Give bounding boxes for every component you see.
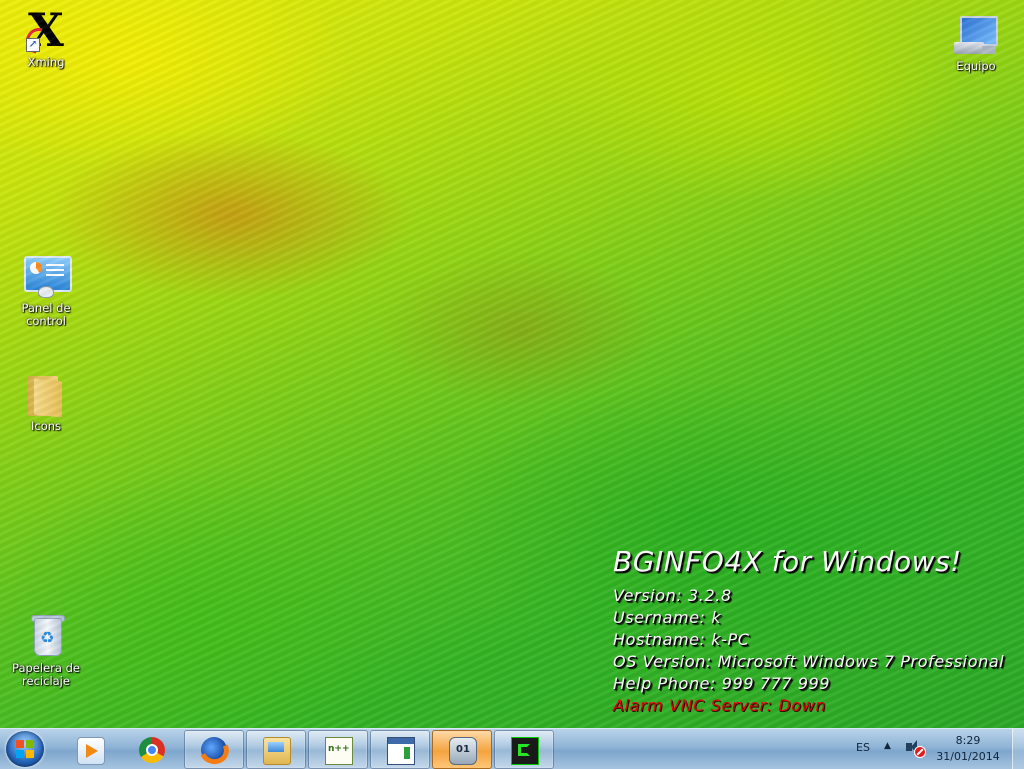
taskbar-button-notepad-plus-plus[interactable] — [308, 730, 368, 769]
bginfo-version: Version: 3.2.8 — [613, 586, 732, 605]
desktop-icon-equipo[interactable]: Equipo — [930, 10, 1022, 73]
bginfo-title: BGINFO4X for Windows! — [613, 545, 962, 578]
taskbar-button-chrome[interactable] — [122, 730, 182, 769]
control-panel-icon — [22, 252, 72, 300]
desktop-icon-icons-folder[interactable]: Icons — [0, 370, 92, 433]
taskbar-button-window-app[interactable] — [370, 730, 430, 769]
system-tool-icon — [449, 737, 477, 765]
start-button[interactable] — [6, 731, 44, 767]
bginfo-username: Username: k — [613, 608, 722, 627]
desktop: X ↗ Xming Equipo Panel de control Icons … — [0, 0, 1024, 728]
tray-show-hidden-icons-arrow-icon[interactable]: ▲ — [884, 741, 891, 751]
desktop-icon-label-line1: Papelera de — [12, 661, 80, 675]
taskbar-button-explorer[interactable] — [246, 730, 306, 769]
taskbar-button-system-tool[interactable] — [432, 730, 492, 769]
desktop-icon-xming[interactable]: X ↗ Xming — [0, 6, 92, 69]
tray-language-indicator[interactable]: ES — [856, 741, 870, 754]
desktop-icon-control-panel[interactable]: Panel de control — [0, 252, 92, 328]
desktop-icon-label: Icons — [30, 419, 62, 433]
computer-monitor-icon — [952, 10, 1000, 58]
tray-clock[interactable]: 8:29 31/01/2014 — [930, 733, 1006, 765]
desktop-icon-label: Papelera de reciclaje — [0, 662, 92, 688]
taskbar-button-firefox[interactable] — [184, 730, 244, 769]
desktop-icon-label-line2: reciclaje — [22, 674, 70, 688]
desktop-icon-label: Panel de control — [21, 301, 71, 328]
clock-time: 8:29 — [955, 734, 981, 747]
bginfo-overlay: BGINFO4X for Windows! Version: 3.2.8 Use… — [613, 543, 1004, 717]
taskbar-button-green-app[interactable] — [494, 730, 554, 769]
explorer-folder-icon — [263, 737, 291, 765]
desktop-icon-label: Xming — [27, 55, 65, 69]
green-app-icon — [511, 737, 539, 765]
taskbar: ES ▲ 8:29 31/01/2014 — [0, 728, 1024, 769]
show-desktop-button[interactable] — [1012, 729, 1024, 769]
shortcut-arrow-icon: ↗ — [26, 38, 40, 52]
taskbar-button-media-player[interactable] — [60, 730, 120, 769]
xming-x-icon: X ↗ — [21, 6, 70, 59]
tray-volume-muted-icon[interactable] — [906, 739, 926, 758]
desktop-icon-label: Equipo — [956, 59, 996, 73]
notepad-plus-plus-icon — [325, 737, 353, 765]
desktop-icon-recycle-bin[interactable]: Papelera de reciclaje — [0, 612, 92, 688]
windows-logo-icon — [16, 740, 34, 758]
folder-icon — [22, 370, 70, 418]
bginfo-hostname: Hostname: k-PC — [613, 630, 750, 649]
bginfo-alarm-status: Alarm VNC Server: Down — [613, 696, 827, 715]
bginfo-os-version: OS Version: Microsoft Windows 7 Professi… — [613, 652, 1005, 671]
firefox-icon — [201, 737, 227, 763]
clock-date: 31/01/2014 — [936, 750, 1000, 763]
media-player-icon — [77, 737, 105, 765]
window-app-icon — [387, 737, 415, 765]
bginfo-help-phone: Help Phone: 999 777 999 — [613, 674, 831, 693]
chrome-icon — [139, 737, 165, 763]
recycle-bin-icon — [22, 612, 70, 660]
